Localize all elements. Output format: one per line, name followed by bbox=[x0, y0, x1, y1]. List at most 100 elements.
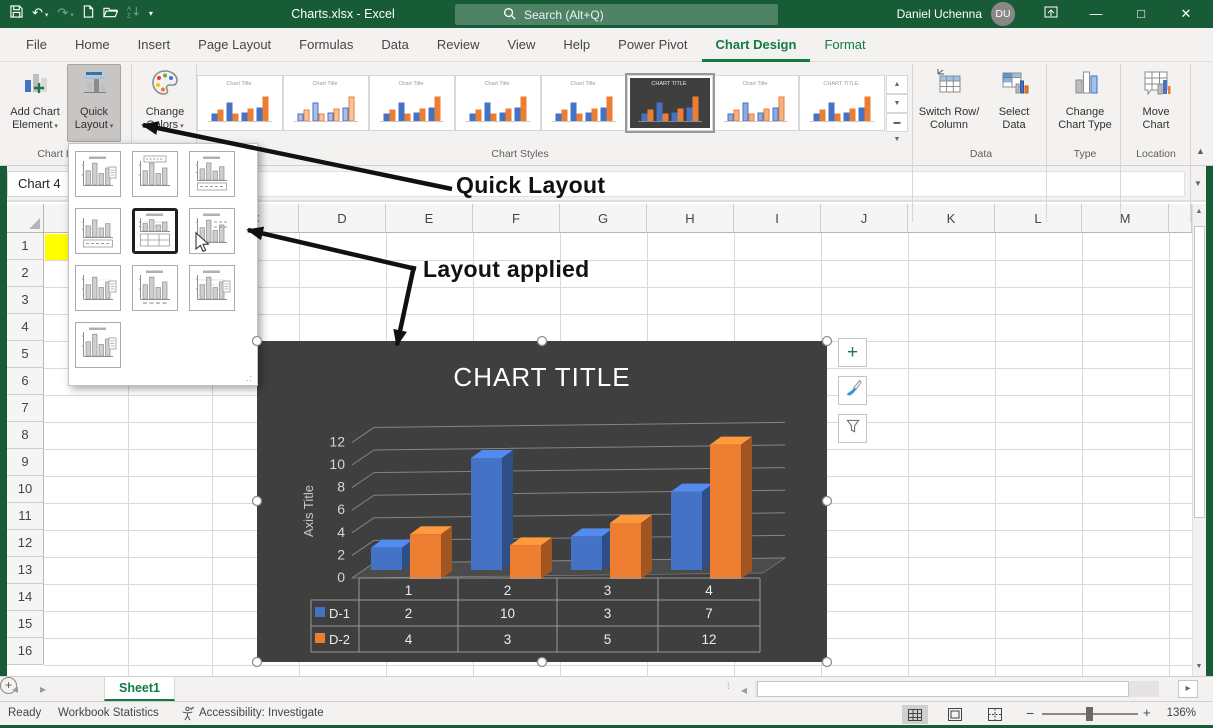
tab-help[interactable]: Help bbox=[549, 28, 604, 62]
add-chart-element-button[interactable]: Add ChartElement▾ bbox=[6, 64, 64, 142]
row-header-13[interactable]: 13 bbox=[7, 557, 44, 584]
row-header-5[interactable]: 5 bbox=[7, 341, 44, 368]
chart-elements-button[interactable]: + bbox=[838, 338, 867, 367]
column-header-h[interactable]: H bbox=[647, 204, 734, 233]
row-header-7[interactable]: 7 bbox=[7, 395, 44, 422]
tab-insert[interactable]: Insert bbox=[124, 28, 185, 62]
tab-file[interactable]: File bbox=[12, 28, 61, 62]
row-header-9[interactable]: 9 bbox=[7, 449, 44, 476]
gallery-scroll-down-icon[interactable]: ▼ bbox=[886, 94, 908, 113]
column-header-g[interactable]: G bbox=[560, 204, 647, 233]
zoom-level[interactable]: 136% bbox=[1160, 707, 1196, 719]
column-header-l[interactable]: L bbox=[995, 204, 1082, 233]
zoom-slider-thumb[interactable] bbox=[1086, 707, 1093, 721]
row-header-8[interactable]: 8 bbox=[7, 422, 44, 449]
column-header-e[interactable]: E bbox=[386, 204, 473, 233]
collapse-ribbon-icon[interactable]: ▲ bbox=[1196, 146, 1205, 156]
chart-style-5[interactable]: Chart Title bbox=[541, 75, 627, 131]
workbook-statistics[interactable]: Workbook Statistics bbox=[58, 707, 159, 719]
view-page-break-button[interactable] bbox=[982, 705, 1008, 724]
quick-layout-option-9[interactable] bbox=[189, 265, 235, 311]
tab-page-layout[interactable]: Page Layout bbox=[184, 28, 285, 62]
redo-icon[interactable]: ↷▾ bbox=[57, 0, 73, 30]
chart-style-8[interactable]: CHART TITLE bbox=[799, 75, 885, 131]
hscroll-right-icon[interactable]: ▸ bbox=[1178, 680, 1198, 698]
row-header-1[interactable]: 1 bbox=[7, 233, 44, 260]
gallery-more-icon[interactable]: ▬▼ bbox=[886, 113, 908, 132]
tab-formulas[interactable]: Formulas bbox=[285, 28, 367, 62]
customize-qat-icon[interactable]: ▾ bbox=[149, 0, 153, 28]
column-header-d[interactable]: D bbox=[299, 204, 386, 233]
sheet-nav-left-icon[interactable]: ◂ bbox=[12, 677, 18, 701]
save-icon[interactable] bbox=[10, 0, 23, 28]
view-normal-button[interactable] bbox=[902, 705, 928, 724]
row-header-11[interactable]: 11 bbox=[7, 503, 44, 530]
accessibility-status[interactable]: Accessibility: Investigate bbox=[199, 707, 324, 719]
quick-layout-option-4[interactable] bbox=[75, 208, 121, 254]
chart-styles-button[interactable] bbox=[838, 376, 867, 405]
zoom-in-button[interactable]: + bbox=[1143, 705, 1151, 720]
hscroll-thumb[interactable] bbox=[757, 681, 1129, 697]
change-chart-type-button[interactable]: ChangeChart Type bbox=[1052, 64, 1118, 142]
row-header-2[interactable]: 2 bbox=[7, 260, 44, 287]
horizontal-scrollbar[interactable]: ◂ ▸ bbox=[741, 681, 1201, 698]
account-name[interactable]: Daniel Uchenna bbox=[880, 0, 982, 28]
menu-resize-handle[interactable]: .: bbox=[246, 373, 253, 383]
chart-style-4[interactable]: Chart Title bbox=[455, 75, 541, 131]
quick-layout-option-1[interactable] bbox=[75, 151, 121, 197]
chart-style-3[interactable]: Chart Title bbox=[369, 75, 455, 131]
tab-chart-design[interactable]: Chart Design bbox=[702, 28, 811, 62]
minimize-button[interactable]: — bbox=[1079, 0, 1113, 28]
chart-style-7[interactable]: Chart Title bbox=[713, 75, 799, 131]
row-header-4[interactable]: 4 bbox=[7, 314, 44, 341]
row-header-12[interactable]: 12 bbox=[7, 530, 44, 557]
tab-home[interactable]: Home bbox=[61, 28, 124, 62]
chart-filters-button[interactable] bbox=[838, 414, 867, 443]
undo-icon[interactable]: ↶▾ bbox=[32, 0, 48, 30]
quick-layout-option-5-selected[interactable] bbox=[132, 208, 178, 254]
select-all-corner[interactable] bbox=[7, 204, 44, 233]
select-data-button[interactable]: SelectData bbox=[988, 64, 1040, 142]
move-chart-button[interactable]: MoveChart bbox=[1126, 64, 1186, 142]
sheet-nav-right-icon[interactable]: ▸ bbox=[40, 677, 46, 701]
row-header-3[interactable]: 3 bbox=[7, 287, 44, 314]
row-header-10[interactable]: 10 bbox=[7, 476, 44, 503]
maximize-button[interactable]: □ bbox=[1124, 0, 1158, 28]
row-header-15[interactable]: 15 bbox=[7, 611, 44, 638]
tab-power-pivot[interactable]: Power Pivot bbox=[604, 28, 701, 62]
tab-splitter-grip[interactable]: ⁞ bbox=[727, 681, 731, 691]
tab-data[interactable]: Data bbox=[367, 28, 422, 62]
row-header-16[interactable]: 16 bbox=[7, 638, 44, 665]
search-box[interactable]: Search (Alt+Q) bbox=[455, 4, 778, 25]
tab-view[interactable]: View bbox=[493, 28, 549, 62]
sheet-tab-sheet1[interactable]: Sheet1 bbox=[104, 677, 175, 701]
quick-layout-option-3[interactable] bbox=[189, 151, 235, 197]
column-header-k[interactable]: K bbox=[908, 204, 995, 233]
quick-layout-option-6[interactable] bbox=[189, 208, 235, 254]
quick-layout-option-10[interactable] bbox=[75, 322, 121, 368]
avatar[interactable]: DU bbox=[991, 2, 1015, 26]
view-page-layout-button[interactable] bbox=[942, 705, 968, 724]
row-header-14[interactable]: 14 bbox=[7, 584, 44, 611]
switch-row-column-button[interactable]: Switch Row/Column bbox=[916, 64, 982, 142]
ribbon-display-options-icon[interactable] bbox=[1034, 0, 1068, 28]
hscroll-left-icon[interactable]: ◂ bbox=[741, 678, 747, 702]
chart-style-1[interactable]: Chart Title bbox=[197, 75, 283, 131]
column-header[interactable] bbox=[1169, 204, 1192, 233]
tab-format[interactable]: Format bbox=[810, 28, 879, 62]
formula-bar[interactable] bbox=[99, 171, 1185, 197]
new-file-icon[interactable] bbox=[83, 0, 94, 28]
sort-az-icon[interactable]: AZ bbox=[127, 0, 140, 28]
vscroll-thumb[interactable] bbox=[1194, 226, 1205, 518]
change-colors-button[interactable]: ChangeColors▾ bbox=[136, 64, 194, 142]
formula-bar-expand-icon[interactable]: ▼ bbox=[1188, 171, 1208, 197]
row-header-6[interactable]: 6 bbox=[7, 368, 44, 395]
quick-layout-button[interactable]: QuickLayout▾ bbox=[67, 64, 121, 142]
close-button[interactable]: ✕ bbox=[1169, 0, 1203, 28]
open-folder-icon[interactable] bbox=[103, 0, 118, 28]
vscroll-up-icon[interactable]: ▲ bbox=[1193, 205, 1205, 219]
quick-layout-option-7[interactable] bbox=[75, 265, 121, 311]
column-header-m[interactable]: M bbox=[1082, 204, 1169, 233]
quick-layout-option-2[interactable] bbox=[132, 151, 178, 197]
chart-style-2[interactable]: Chart Title bbox=[283, 75, 369, 131]
